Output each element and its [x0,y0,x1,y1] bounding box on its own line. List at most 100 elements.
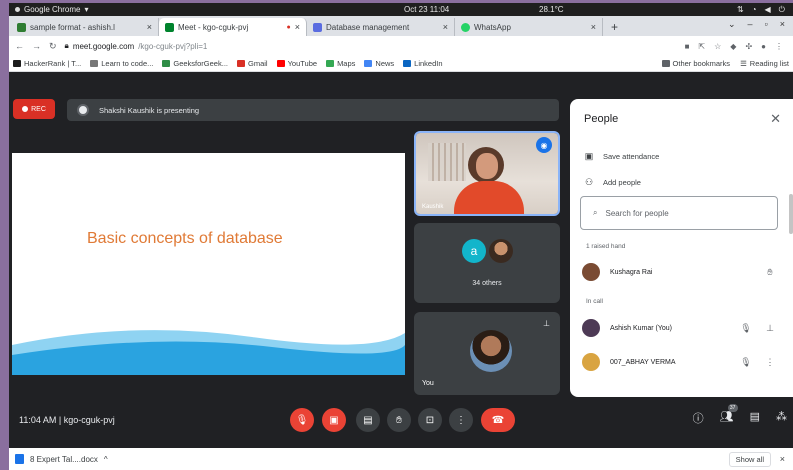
participant-name: Kushagra Rai [610,268,653,276]
bookmark-label: Reading list [749,59,789,68]
mic-off-icon[interactable]: 🎙︎ [734,323,758,334]
slide-title: Basic concepts of database [87,230,283,247]
panel-title: People [584,113,619,125]
add-people-button[interactable]: ⚇ Add people [584,177,641,188]
temperature: 28.1°C [539,5,564,14]
close-icon[interactable]: × [591,22,596,32]
participant-tile-self[interactable]: You ⊥ [414,312,560,395]
forward-icon[interactable]: → [32,41,41,51]
raised-hand-icon[interactable]: ✋︎ [758,267,782,278]
raise-hand-button[interactable]: ✋︎ [387,408,411,432]
show-all-button[interactable]: Show all [728,451,771,467]
tab-whatsapp[interactable]: WhatsApp × [455,18,603,36]
tab-search-icon[interactable]: ⌄ [728,19,736,30]
share-icon[interactable]: ⇱ [698,42,705,51]
tab-strip: sample format - ashish.l × Meet - kgo-cg… [9,16,793,36]
bookmark-hackerrank[interactable]: HackerRank | T... [13,59,81,68]
bookmark-news[interactable]: News [364,59,394,68]
save-attendance-label: Save attendance [603,152,660,161]
more-options-icon[interactable]: ⋮ [758,357,782,368]
close-icon[interactable]: × [443,22,448,32]
participant-tile-presenter[interactable]: Kaushik ◉ [414,131,560,216]
bookmark-geeksforgeeks[interactable]: GeeksforGeek... [162,59,228,68]
avatar [582,263,600,281]
docs-icon [313,22,322,32]
tab-sample-format[interactable]: sample format - ashish.l × [11,18,159,36]
participant-tile-others[interactable]: a 34 others [414,223,560,303]
scrollbar[interactable] [789,194,793,234]
mic-off-icon: 🎙︎ [295,414,309,426]
address-bar[interactable]: 🔒︎ meet.google.com/kgo-cguk-pvj?pli=1 [65,41,208,51]
system-tray[interactable]: ⇅ ◔ ◀ ⏻ [737,5,785,15]
bookmark-icon [13,60,21,67]
app-menu[interactable]: Google Chrome ▾ [15,5,89,14]
avatar [489,239,513,263]
pin-icon[interactable]: ⊥ [758,323,782,334]
maximize-icon[interactable]: ▫ [765,19,768,30]
mic-toggle-button[interactable]: 🎙︎ [290,408,314,432]
participants-badge: 37 [727,404,738,412]
chevron-up-icon[interactable]: ^ [104,455,108,464]
clock[interactable]: Oct 23 11:04 [404,5,449,14]
profile-avatar[interactable]: ● [761,42,766,51]
bookmark-label: Other bookmarks [672,59,731,68]
list-item[interactable]: 007_ABHAY VERMA 🎙︎ ⋮ [582,351,782,373]
bookmark-youtube[interactable]: YouTube [276,59,317,68]
slide-wave-graphic [12,330,405,375]
mic-off-icon[interactable]: 🎙︎ [734,357,758,368]
extension-icon[interactable]: ◆ [730,42,736,51]
download-item[interactable]: 8 Expert Tal....docx [30,455,98,464]
avatar [582,319,600,337]
bookmark-label: LinkedIn [414,59,443,68]
tab-meet[interactable]: Meet - kgo-cguk-pvj ● × [159,18,307,36]
network-icon: ⇅ [736,4,744,14]
add-people-label: Add people [603,178,641,187]
bookmark-gmail[interactable]: Gmail [236,59,268,68]
tab-database[interactable]: Database management × [307,18,455,36]
captions-button[interactable]: ▤ [356,408,380,432]
bookmark-maps[interactable]: Maps [326,59,355,68]
search-input[interactable]: ⌕ Search for people [580,196,778,230]
close-icon[interactable]: × [295,22,300,32]
pin-icon[interactable]: ⊥ [543,319,550,328]
more-options-button[interactable]: ⋮ [449,408,473,432]
camera-toggle-button[interactable]: ▣ [322,408,346,432]
minimize-icon[interactable]: – [748,19,753,30]
add-person-icon: ⚇ [584,177,594,187]
url-host: meet.google.com [72,41,135,51]
close-icon[interactable]: × [780,454,785,464]
puzzle-icon[interactable]: ✣ [745,42,752,51]
camera-in-use-icon[interactable]: ■ [685,42,690,51]
menu-icon[interactable]: ⋮ [775,42,783,51]
meeting-details-icon[interactable]: ⓘ [693,410,704,426]
leave-call-button[interactable]: ☎︎ [481,408,515,432]
reading-list[interactable]: ☰ Reading list [740,59,789,68]
bookmark-icon [162,60,171,67]
back-icon[interactable]: ← [15,41,24,51]
chat-icon[interactable]: ▤ [750,410,760,426]
other-bookmarks[interactable]: Other bookmarks [661,59,731,68]
close-icon[interactable]: × [147,22,152,32]
meet-area: REC Shakshi Kaushik is presenting Basic … [9,72,793,448]
close-window-icon[interactable]: × [780,19,785,30]
list-item[interactable]: Kushagra Rai ✋︎ [582,261,782,283]
bookmark-label: GeeksforGeek... [173,59,228,68]
save-attendance-button[interactable]: ▣ Save attendance [584,151,660,162]
browser-toolbar: ← → ↻ 🔒︎ meet.google.com/kgo-cguk-pvj?pl… [9,36,793,56]
bookmark-star-icon[interactable]: ☆ [714,42,721,51]
new-tab-button[interactable]: + [603,18,626,36]
tab-label: Meet - kgo-cguk-pvj [178,22,249,32]
bookmark-learn-to-code[interactable]: Learn to code... [90,59,153,68]
list-item[interactable]: Ashish Kumar (You) 🎙︎ ⊥ [582,317,782,339]
reload-icon[interactable]: ↻ [49,41,57,52]
recording-badge[interactable]: REC [13,99,55,119]
people-button[interactable]: 👥︎ 37 [720,404,738,426]
present-button[interactable]: ⊡ [418,408,442,432]
youtube-icon [276,60,285,67]
avatar: a [462,239,486,263]
bookmark-linkedin[interactable]: LinkedIn [403,59,443,68]
linkedin-icon [403,60,412,67]
activities-icon[interactable]: ⁂ [776,410,787,426]
close-icon[interactable]: ✕ [770,111,781,127]
hand-icon: ✋︎ [396,414,402,426]
